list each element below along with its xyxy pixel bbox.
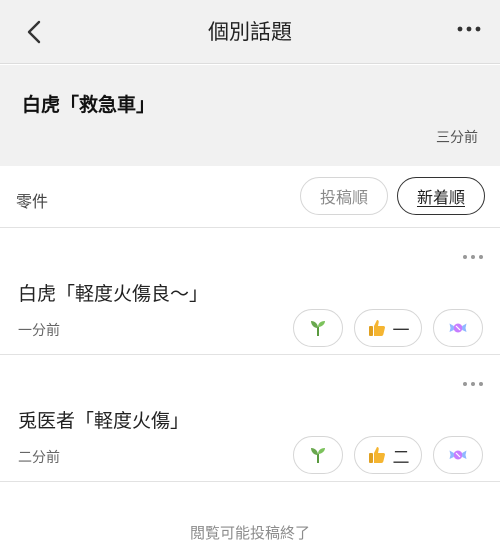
sort-by-newest-label: 新着順 <box>416 188 465 207</box>
candy-icon <box>449 450 467 460</box>
post-text: 白虎「軽度火傷良〜」 <box>18 283 209 305</box>
reaction-sprout-button[interactable] <box>293 436 343 474</box>
candy-icon <box>449 323 467 333</box>
topic-title: 白虎「救急車」 <box>22 94 156 116</box>
post-timestamp: 二分前 <box>18 450 60 466</box>
end-of-posts-text: 閲覧可能投稿終了 <box>189 524 310 540</box>
reaction-thumbs-up-button[interactable]: 一 <box>354 309 422 347</box>
post-item: 白虎「軽度火傷良〜」 一分前 一 <box>0 229 500 355</box>
sprout-icon <box>311 321 325 336</box>
reaction-sprout-button[interactable] <box>293 309 343 347</box>
reaction-candy-button[interactable] <box>433 436 483 474</box>
header-bar: 個別話題 <box>0 0 500 64</box>
reaction-count: 二 <box>392 447 410 468</box>
sort-by-newest-button[interactable]: 新着順 <box>397 177 485 215</box>
post-count: 零件 <box>16 192 49 211</box>
post-more-button[interactable] <box>462 247 484 259</box>
thumbs-up-icon <box>368 447 385 463</box>
page-title: 個別話題 <box>208 20 292 44</box>
more-options-button[interactable] <box>456 18 482 40</box>
post-more-button[interactable] <box>462 374 484 386</box>
more-horizontal-icon <box>463 255 483 259</box>
reaction-thumbs-up-button[interactable]: 二 <box>354 436 422 474</box>
reaction-candy-button[interactable] <box>433 309 483 347</box>
thumbs-up-icon <box>368 320 385 336</box>
filter-bar: 零件 投稿順 新着順 <box>0 166 500 228</box>
more-horizontal-icon <box>457 26 481 32</box>
post-item: 兎医者「軽度火傷」 二分前 二 <box>0 356 500 482</box>
reaction-count: 一 <box>392 320 410 341</box>
post-text: 兎医者「軽度火傷」 <box>18 410 190 432</box>
more-horizontal-icon <box>463 382 483 386</box>
topic-timestamp: 三分前 <box>436 130 478 146</box>
sort-by-post-button[interactable]: 投稿順 <box>300 177 388 215</box>
topic-panel: 白虎「救急車」 三分前 <box>0 65 500 166</box>
post-timestamp: 一分前 <box>18 323 60 339</box>
sprout-icon <box>311 448 325 463</box>
